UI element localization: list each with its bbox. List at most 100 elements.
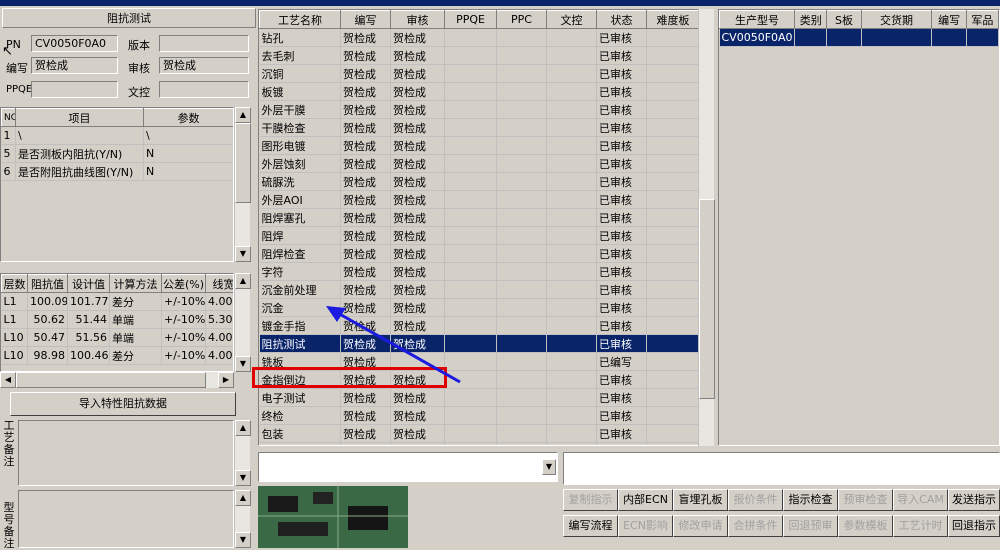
impedance-hscroll[interactable]: ◀ ▶ [0,372,234,388]
prod-header-editor[interactable]: 编写 [931,10,967,29]
process-notes-field[interactable] [18,420,234,486]
proc-header-ppc[interactable]: PPC [496,10,547,29]
scroll-thumb[interactable] [235,123,251,203]
buttons_row2-button-2[interactable]: 修改申请 [673,515,728,537]
table-row[interactable]: 沉金前处理 贺检成 贺检成 已审核 [259,280,698,299]
proc-header-name[interactable]: 工艺名称 [259,10,341,29]
table-row[interactable]: L10 50.47 51.56 单端 +/-10% 4.00 [1,328,233,347]
scroll-up-icon[interactable]: ▲ [235,490,251,506]
buttons_row1-button-6[interactable]: 导入CAM [893,489,948,511]
impedance-vscroll[interactable]: ▲ ▼ [234,273,251,372]
table-row[interactable]: 图形电镀 贺检成 贺检成 已审核 [259,136,698,155]
prod-header-delivery[interactable]: 交货期 [860,10,933,29]
proc-header-ppqe[interactable]: PPQE [444,10,497,29]
buttons_row1-button-7[interactable]: 发送指示 [948,489,1000,511]
table-row[interactable]: 钻孔 贺检成 贺检成 已审核 [259,28,698,47]
scroll-down-icon[interactable]: ▼ [235,246,251,262]
buttons_row2-button-5[interactable]: 参数模板 [838,515,893,537]
buttons_row1-button-4[interactable]: 指示检查 [783,489,838,511]
buttons_row1-button-5[interactable]: 预审检查 [838,489,893,511]
table-row[interactable]: 干膜检查 贺检成 贺检成 已审核 [259,118,698,137]
table-row[interactable]: L10 98.98 100.46 差分 +/-10% 4.00 [1,346,233,365]
imp-header-tol[interactable]: 公差(%) [161,274,206,293]
buttons_row2-button-6[interactable]: 工艺计时 [893,515,948,537]
buttons_row2-button-0[interactable]: 编写流程 [563,515,618,537]
proc-header-difficulty[interactable]: 难度板 [646,10,698,29]
table-row[interactable]: 阻焊 贺检成 贺检成 已审核 [259,226,698,245]
proc-header-status[interactable]: 状态 [596,10,647,29]
chevron-down-icon[interactable]: ▼ [542,459,556,475]
proc-header-reviewer[interactable]: 审核 [390,10,445,29]
table-row[interactable]: L1 50.62 51.44 单端 +/-10% 5.30 [1,310,233,329]
table-row[interactable]: 阻焊塞孔 贺检成 贺检成 已审核 [259,208,698,227]
table-row[interactable]: 1 \ \ [1,126,233,145]
model-notes-scrollbar[interactable]: ▲ ▼ [234,490,251,548]
param-header-no[interactable]: NO [1,108,16,127]
scroll-up-icon[interactable]: ▲ [235,273,251,289]
proc-ppqe [444,46,497,65]
scroll-up-icon[interactable]: ▲ [235,420,251,436]
import-impedance-button[interactable]: 导入特性阻抗数据 [10,392,236,416]
process-notes-scrollbar[interactable]: ▲ ▼ [234,420,251,486]
scroll-left-icon[interactable]: ◀ [0,372,16,388]
version-field[interactable] [159,35,249,52]
param-header-item[interactable]: 项目 [15,108,144,127]
buttons_row1-button-2[interactable]: 盲埋孔板 [673,489,728,511]
doc-control-label: 文控 [128,86,150,99]
scroll-thumb[interactable] [699,199,715,399]
search-field[interactable] [563,452,1000,485]
buttons_row2-button-4[interactable]: 回退预审 [783,515,838,537]
process-combobox[interactable]: ▼ [258,452,558,482]
scroll-down-icon[interactable]: ▼ [235,470,251,486]
table-row[interactable]: L1 100.09 101.77 差分 +/-10% 4.00 [1,292,233,311]
param-header-param[interactable]: 参数 [143,108,233,127]
table-row[interactable]: 包装 贺检成 贺检成 已审核 [259,424,698,443]
model-notes-field[interactable] [18,490,234,548]
table-row[interactable]: 去毛刺 贺检成 贺检成 已审核 [259,46,698,65]
prod-header-military[interactable]: 军品 [965,10,999,29]
table-row[interactable]: 6 是否附阻抗曲线图(Y/N) N [1,162,233,181]
reviewer-field[interactable]: 贺检成 [159,57,249,74]
imp-header-layer[interactable]: 层数 [1,274,28,293]
imp-header-width[interactable]: 线宽 [205,274,233,293]
table-row[interactable]: 阻焊检查 贺检成 贺检成 已审核 [259,244,698,263]
prod-header-model[interactable]: 生产型号 [719,10,796,29]
buttons_row1-button-1[interactable]: 内部ECN [618,489,673,511]
doc-control-field[interactable] [159,81,249,98]
buttons_row2-button-7[interactable]: 回退指示 [948,515,1000,537]
scroll-down-icon[interactable]: ▼ [235,532,251,548]
table-row[interactable]: 5 是否测板内阻抗(Y/N) N [1,144,233,163]
param-scrollbar[interactable]: ▲ ▼ [234,107,251,262]
table-row[interactable]: 板镀 贺检成 贺检成 已审核 [259,82,698,101]
hscroll-thumb[interactable] [16,372,206,388]
table-row[interactable]: 外层AOI 贺检成 贺检成 已审核 [259,190,698,209]
proc-header-doc[interactable]: 文控 [546,10,597,29]
imp-header-value[interactable]: 阻抗值 [27,274,68,293]
prod-header-category[interactable]: 类别 [794,10,828,29]
table-row[interactable]: 外层干膜 贺检成 贺检成 已审核 [259,100,698,119]
imp-header-design[interactable]: 设计值 [67,274,110,293]
editor-field[interactable]: 贺检成 [31,57,118,74]
table-row[interactable]: 终检 贺检成 贺检成 已审核 [259,406,698,425]
table-row[interactable]: 电子测试 贺检成 贺检成 已审核 [259,388,698,407]
ppqe-field[interactable] [31,81,118,98]
table-row[interactable]: 字符 贺检成 贺检成 已审核 [259,262,698,281]
scroll-down-icon[interactable]: ▼ [235,356,251,372]
buttons_row2-button-1[interactable]: ECN影响 [618,515,673,537]
proc-header-editor[interactable]: 编写 [340,10,391,29]
process-scrollbar[interactable] [698,9,715,446]
proc-status: 已审核 [596,226,647,245]
table-row[interactable]: 成品仓贺检成贺检成已审核 [259,442,698,445]
table-row[interactable]: 硫脲洗 贺检成 贺检成 已审核 [259,172,698,191]
pn-field[interactable]: CV0050F0A0 [31,35,118,52]
buttons_row2-button-3[interactable]: 合拼条件 [728,515,783,537]
buttons_row1-button-0[interactable]: 复制指示 [563,489,618,511]
buttons_row1-button-3[interactable]: 报价条件 [728,489,783,511]
prod-header-sboard[interactable]: S板 [826,10,862,29]
imp-header-method[interactable]: 计算方法 [109,274,162,293]
table-row[interactable]: 沉铜 贺检成 贺检成 已审核 [259,64,698,83]
scroll-up-icon[interactable]: ▲ [235,107,251,123]
scroll-right-icon[interactable]: ▶ [218,372,234,388]
table-row[interactable]: CV0050F0A0 [719,28,999,47]
table-row[interactable]: 外层蚀刻 贺检成 贺检成 已审核 [259,154,698,173]
